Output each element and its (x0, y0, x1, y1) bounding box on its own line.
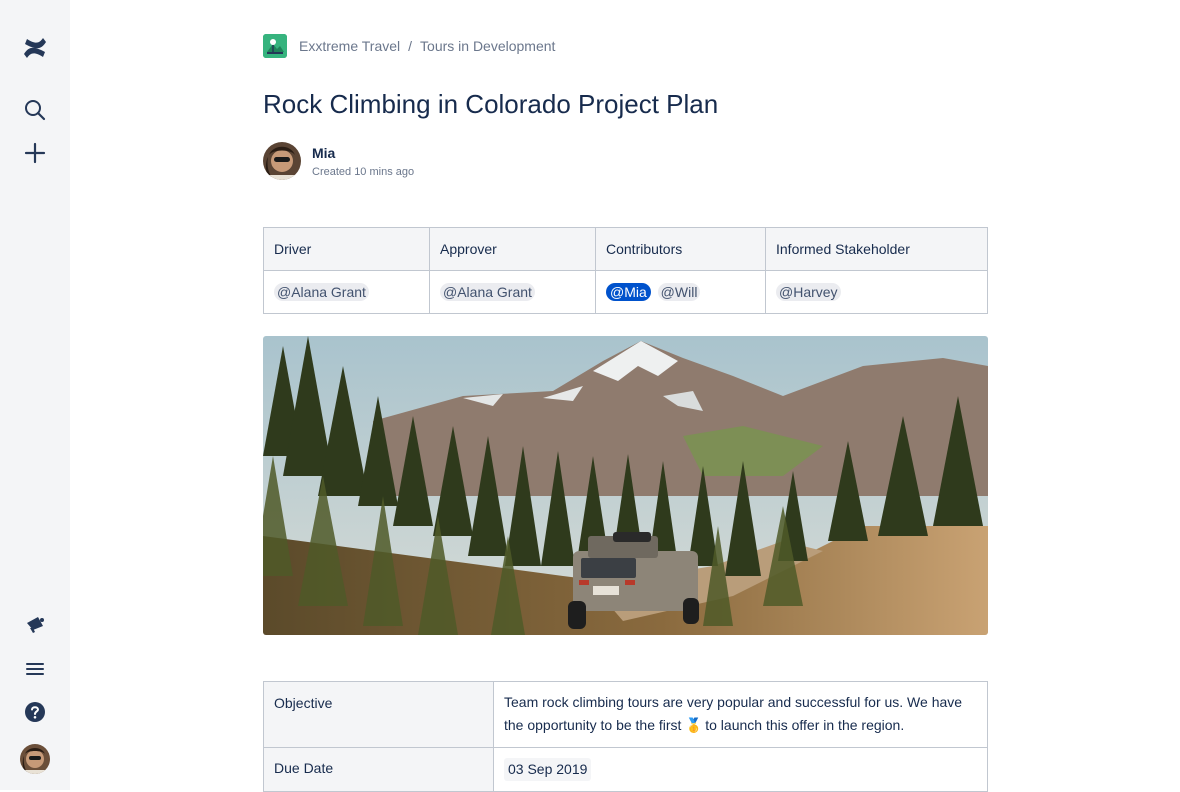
approver-cell: @Alana Grant (429, 270, 596, 314)
hero-image[interactable] (263, 336, 988, 635)
mention-contributor[interactable]: @Will (657, 283, 701, 301)
project-details-table: Objective Team rock climbing tours are v… (263, 681, 988, 792)
global-sidebar (0, 0, 70, 790)
table-header-row: Driver Approver Contributors Informed St… (263, 227, 988, 271)
driver-cell: @Alana Grant (263, 270, 430, 314)
mention-contributor-self[interactable]: @Mia (606, 283, 651, 301)
confluence-logo-icon[interactable] (19, 32, 51, 64)
roles-table: Driver Approver Contributors Informed St… (263, 227, 988, 314)
page-title: Rock Climbing in Colorado Project Plan (263, 89, 719, 119)
stakeholder-cell: @Harvey (765, 270, 988, 314)
breadcrumb-space-link[interactable]: Exxtreme Travel (299, 38, 400, 54)
plus-icon[interactable] (19, 137, 51, 169)
medal-emoji-icon: 🥇 (685, 717, 703, 733)
header-approver: Approver (429, 227, 596, 271)
menu-icon[interactable] (19, 653, 51, 685)
due-date-cell: 03 Sep 2019 (493, 747, 988, 792)
user-avatar[interactable] (19, 743, 51, 775)
due-date-lozenge[interactable]: 03 Sep 2019 (504, 758, 592, 781)
breadcrumb-separator: / (408, 38, 413, 54)
search-icon[interactable] (19, 94, 51, 126)
breadcrumb-page-link[interactable]: Tours in Development (420, 38, 555, 54)
space-logo-icon[interactable] (263, 34, 287, 58)
objective-value: Team rock climbing tours are very popula… (493, 681, 988, 748)
author-avatar[interactable] (263, 142, 301, 180)
megaphone-icon[interactable] (19, 609, 51, 641)
mention-approver[interactable]: @Alana Grant (440, 283, 535, 301)
table-row: Due Date 03 Sep 2019 (263, 747, 988, 792)
objective-label: Objective (263, 681, 494, 748)
table-row: Objective Team rock climbing tours are v… (263, 681, 988, 748)
help-icon[interactable] (19, 696, 51, 728)
header-informed-stakeholder: Informed Stakeholder (765, 227, 988, 271)
contributors-cell: @Mia @Will (595, 270, 766, 314)
objective-text-continued: to launch this offer in the region. (705, 717, 905, 733)
created-timestamp: Created 10 mins ago (312, 165, 415, 178)
author-byline: Mia Created 10 mins ago (263, 142, 414, 180)
breadcrumb: Exxtreme Travel / Tours in Development (263, 34, 555, 58)
mention-driver[interactable]: @Alana Grant (274, 283, 369, 301)
header-driver: Driver (263, 227, 430, 271)
mention-stakeholder[interactable]: @Harvey (776, 283, 841, 301)
due-date-label: Due Date (263, 747, 494, 792)
header-contributors: Contributors (595, 227, 766, 271)
table-row: @Alana Grant @Alana Grant @Mia @Will @Ha… (263, 270, 988, 314)
author-name[interactable]: Mia (312, 145, 414, 161)
